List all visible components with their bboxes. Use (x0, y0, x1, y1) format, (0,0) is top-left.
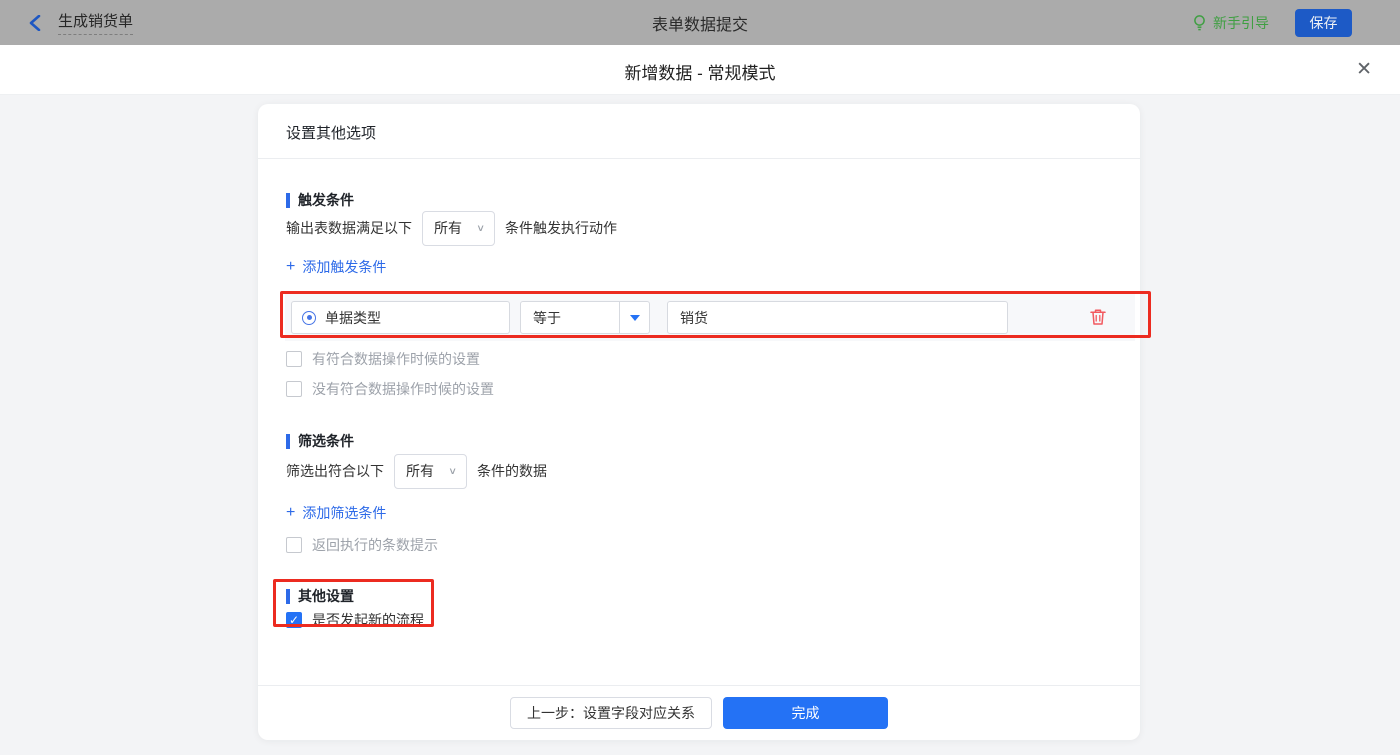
trash-icon[interactable] (1090, 308, 1106, 326)
filter-prefix-text: 筛选出符合以下 (286, 463, 384, 479)
checkbox-checked-icon[interactable]: ✓ (286, 612, 302, 628)
checkbox-icon[interactable] (286, 351, 302, 367)
condition-operator-value: 等于 (533, 309, 561, 326)
trigger-sentence: 输出表数据满足以下 所有 ∨ 条件触发执行动作 (286, 210, 617, 246)
filter-suffix-text: 条件的数据 (477, 463, 547, 479)
plus-icon: + (286, 258, 296, 275)
condition-operator-select[interactable]: 等于 (520, 301, 650, 334)
card-header-title: 设置其他选项 (286, 125, 377, 142)
trigger-match-value: 所有 (434, 220, 462, 236)
trigger-suffix-text: 条件触发执行动作 (505, 220, 617, 236)
checkbox-no-matching-data[interactable]: 没有符合数据操作时候的设置 (286, 379, 494, 399)
dialog-title: 新增数据 - 常规模式 (624, 64, 776, 83)
filter-sentence: 筛选出符合以下 所有 ∨ 条件的数据 (286, 453, 547, 489)
checkbox-icon[interactable] (286, 381, 302, 397)
trigger-match-select[interactable]: 所有 ∨ (422, 210, 495, 246)
previous-step-button[interactable]: 上一步：设置字段对应关系 (510, 697, 712, 729)
trigger-section-label: 触发条件 (298, 192, 354, 208)
trigger-section-title: 触发条件 (286, 190, 354, 210)
condition-field-select[interactable]: 单据类型 (291, 301, 510, 334)
trigger-condition-row: 单据类型 等于 销货 (285, 294, 1135, 341)
dialog-header: 新增数据 - 常规模式 ✕ (0, 45, 1400, 95)
checkbox-label: 有符合数据操作时候的设置 (312, 351, 480, 367)
chevron-down-icon: ∨ (476, 222, 485, 234)
settings-card: 设置其他选项 触发条件 输出表数据满足以下 所有 ∨ 条件触发执行动作 + 添加… (258, 104, 1151, 740)
lightbulb-icon (1192, 14, 1207, 31)
condition-value-input[interactable]: 销货 (667, 301, 1008, 334)
card-footer: 上一步：设置字段对应关系 完成 (258, 697, 1140, 729)
page-title: 表单数据提交 (651, 16, 748, 34)
condition-value-text: 销货 (680, 309, 708, 326)
section-bar (286, 588, 290, 604)
close-icon[interactable]: ✕ (1352, 56, 1376, 83)
other-section-title: 其他设置 (286, 586, 354, 606)
checkbox-return-count-hint[interactable]: 返回执行的条数提示 (286, 535, 438, 555)
check-icon: ✓ (288, 613, 300, 627)
section-bar (286, 192, 290, 208)
checkbox-icon[interactable] (286, 537, 302, 553)
radio-field-icon (302, 310, 316, 325)
save-button[interactable]: 保存 (1295, 8, 1352, 37)
filter-section-title: 筛选条件 (286, 431, 354, 451)
chevron-down-icon: ∨ (448, 465, 457, 477)
beginner-guide-label: 新手引导 (1213, 14, 1269, 31)
done-button[interactable]: 完成 (723, 697, 888, 729)
add-filter-condition-link[interactable]: + 添加筛选条件 (286, 503, 386, 523)
checkbox-has-matching-data[interactable]: 有符合数据操作时候的设置 (286, 349, 480, 369)
other-section-label: 其他设置 (298, 588, 354, 604)
topbar: 表单数据提交 生成销货单 新手引导 保存 (0, 0, 1400, 45)
divider (258, 158, 1140, 159)
caret-down-icon[interactable] (619, 302, 649, 333)
add-trigger-condition-link[interactable]: + 添加触发条件 (286, 257, 386, 277)
filter-section-label: 筛选条件 (298, 433, 354, 449)
checkbox-label: 返回执行的条数提示 (312, 537, 438, 553)
checkbox-label: 是否发起新的流程 (312, 612, 424, 628)
checkbox-label: 没有符合数据操作时候的设置 (312, 381, 494, 397)
plus-icon: + (286, 504, 296, 521)
filter-match-select[interactable]: 所有 ∨ (394, 453, 467, 489)
beginner-guide-link[interactable]: 新手引导 (1192, 13, 1269, 33)
filter-match-value: 所有 (406, 463, 434, 479)
flow-name[interactable]: 生成销货单 (58, 10, 134, 35)
back-icon[interactable] (26, 14, 44, 32)
divider (258, 685, 1140, 686)
section-bar (286, 433, 290, 449)
trigger-prefix-text: 输出表数据满足以下 (286, 220, 412, 236)
condition-field-value: 单据类型 (325, 309, 381, 326)
add-filter-condition-label: 添加筛选条件 (302, 505, 387, 521)
add-trigger-condition-label: 添加触发条件 (302, 259, 387, 275)
checkbox-start-new-flow[interactable]: ✓ 是否发起新的流程 (286, 610, 424, 630)
